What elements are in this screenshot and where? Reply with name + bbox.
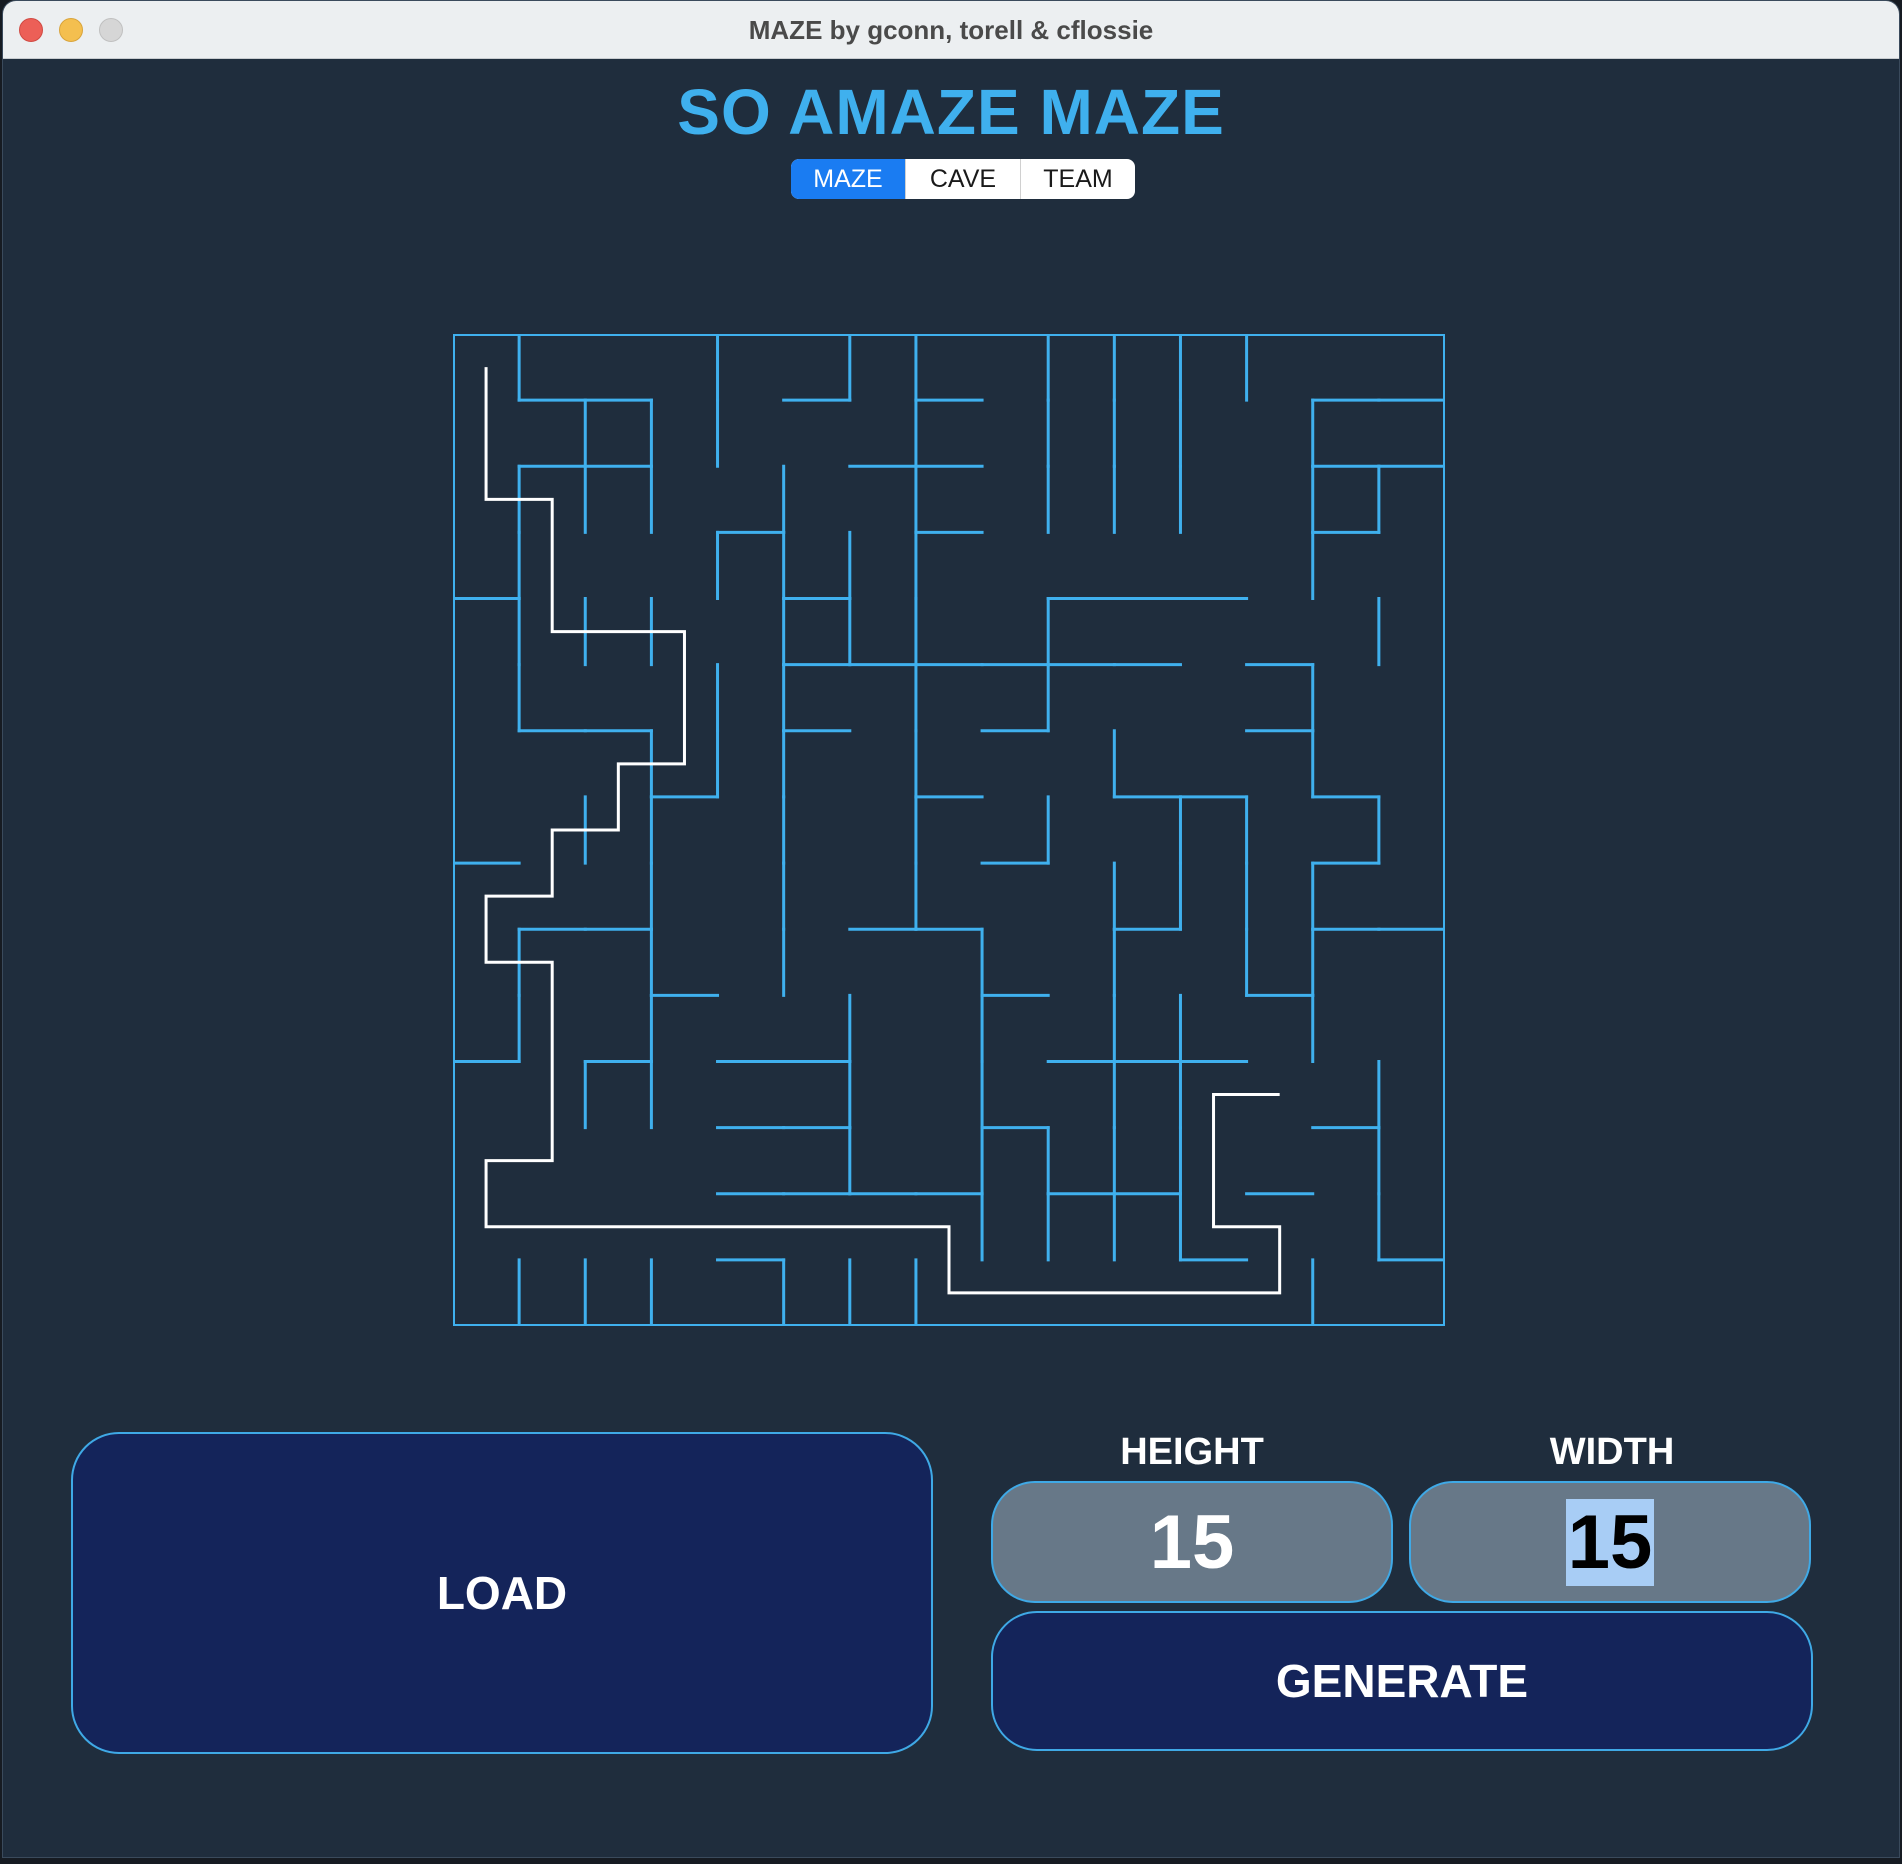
height-input[interactable]: 15 bbox=[991, 1481, 1393, 1603]
app-window: MAZE by gconn, torell & cflossie SO AMAZ… bbox=[2, 0, 1900, 1858]
mode-tabs: MAZE CAVE TEAM bbox=[791, 159, 1135, 199]
tab-maze[interactable]: MAZE bbox=[791, 159, 905, 199]
tab-team[interactable]: TEAM bbox=[1020, 159, 1135, 199]
width-value: 15 bbox=[1565, 1498, 1655, 1586]
generate-button[interactable]: GENERATE bbox=[991, 1611, 1813, 1751]
height-value: 15 bbox=[1149, 1499, 1235, 1585]
title-bar: MAZE by gconn, torell & cflossie bbox=[3, 1, 1899, 59]
width-input[interactable]: 15 bbox=[1409, 1481, 1811, 1603]
window-title: MAZE by gconn, torell & cflossie bbox=[748, 15, 1154, 45]
height-label: HEIGHT bbox=[1120, 1431, 1264, 1473]
width-label: WIDTH bbox=[1549, 1431, 1675, 1473]
maze-canvas bbox=[453, 334, 1445, 1326]
solution-path bbox=[484, 367, 1282, 1295]
tab-cave[interactable]: CAVE bbox=[905, 159, 1020, 199]
load-button[interactable]: LOAD bbox=[71, 1432, 933, 1754]
app-title: SO AMAZE MAZE bbox=[677, 76, 1225, 148]
